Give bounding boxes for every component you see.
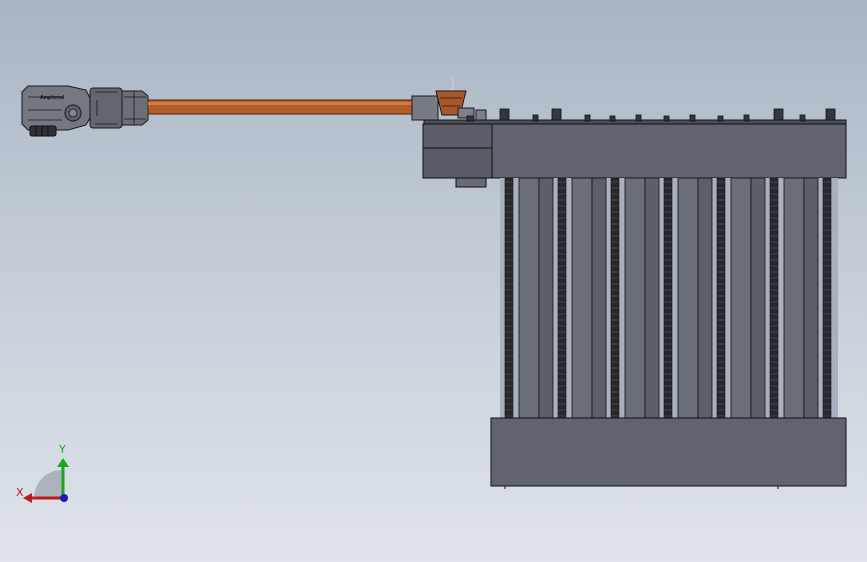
connector-body [89, 87, 123, 129]
cell-plate [677, 177, 699, 419]
cell-plate [571, 177, 593, 419]
bottom-bracket [455, 177, 487, 188]
connector-brand-label: Amphenol [40, 95, 65, 101]
cell-separator [769, 177, 779, 419]
connector-strain-relief [121, 90, 149, 126]
triad-x-label: X [16, 486, 24, 499]
lower-housing[interactable] [490, 417, 847, 487]
cell-plate-back [538, 177, 554, 419]
cell-plate-back [591, 177, 607, 419]
cell-plate-back [803, 177, 819, 419]
triad-plane-fan [34, 470, 62, 497]
cell-separator [663, 177, 673, 419]
upper-housing[interactable] [422, 123, 847, 188]
triad-y-label: Y [59, 443, 66, 456]
cell-plate [730, 177, 752, 419]
view-triad[interactable] [23, 458, 69, 503]
cable-gland[interactable] [411, 78, 487, 121]
connector-foot [29, 125, 57, 137]
cell-plate [783, 177, 805, 419]
cell-plate [518, 177, 540, 419]
z-axis-dot [60, 494, 68, 502]
cell-separator [822, 177, 832, 419]
cell-separator [504, 177, 514, 419]
cad-model-viewport[interactable]: Amphenol [0, 0, 867, 562]
cell-plate [624, 177, 646, 419]
battery-cell-stack[interactable] [500, 177, 838, 419]
cell-plate-back [697, 177, 713, 419]
cell-separator [610, 177, 620, 419]
cell-plate-back [750, 177, 766, 419]
cell-separator [557, 177, 567, 419]
cell-plate-back [644, 177, 660, 419]
cell-separator [716, 177, 726, 419]
amphenol-connector[interactable]: Amphenol [21, 85, 149, 137]
terminal-studs [466, 108, 836, 122]
